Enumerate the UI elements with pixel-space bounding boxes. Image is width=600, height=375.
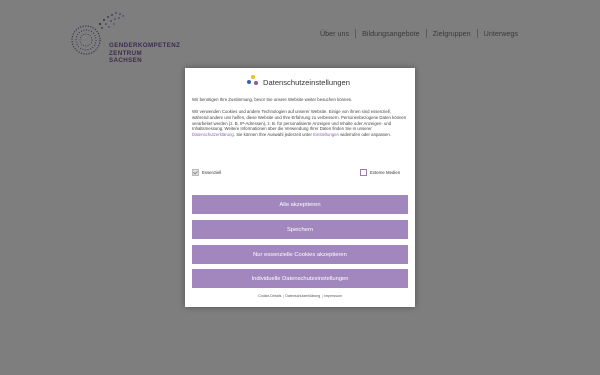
footer-privacy-link[interactable]: Datenschutzerklärung xyxy=(285,294,320,298)
body-text-part-1: Wir verwenden Cookies und andere Technol… xyxy=(192,109,407,132)
body-text-part-3: widerrufen oder anpassen. xyxy=(338,132,392,138)
site-logo[interactable]: GENDERKOMPETENZ ZENTRUM SACHSEN xyxy=(66,10,180,64)
logo-line-2: ZENTRUM SACHSEN xyxy=(109,50,143,64)
imprint-link[interactable]: Impressum xyxy=(324,294,342,298)
logo-line-1: GENDERKOMPETENZ xyxy=(109,42,181,49)
individual-settings-button[interactable]: Individuelle Datenschutzeinstellungen xyxy=(192,269,408,288)
borlabs-logo-icon xyxy=(247,75,259,87)
save-button[interactable]: Speichern xyxy=(192,220,408,239)
main-nav: Über uns Bildungsangebote Zielgruppen Un… xyxy=(314,29,524,38)
cookie-category-checkboxes: Essenziell Externe Medien xyxy=(192,169,408,179)
dialog-title: Datenschutzeinstellungen xyxy=(263,78,350,87)
settings-link[interactable]: Einstellungen xyxy=(313,132,339,137)
accept-all-button[interactable]: Alle akzeptieren xyxy=(192,195,408,214)
nav-item-ueber-uns[interactable]: Über uns xyxy=(314,29,357,38)
dialog-intro-text: Wir benötigen Ihre Zustimmung, bevor Sie… xyxy=(192,97,353,102)
nav-item-zielgruppen[interactable]: Zielgruppen xyxy=(427,29,478,38)
accept-essential-only-button[interactable]: Nur essenzielle Cookies akzeptieren xyxy=(192,245,408,264)
nav-item-bildungsangebote[interactable]: Bildungsangebote xyxy=(356,29,427,38)
external-media-checkbox-label[interactable]: Externe Medien xyxy=(370,170,400,175)
body-text-part-2: . Sie können Ihre Auswahl jederzeit unte… xyxy=(233,132,314,138)
dialog-body-text: Wir verwenden Cookies und andere Technol… xyxy=(192,109,408,138)
essential-checkbox xyxy=(192,169,199,176)
external-media-checkbox-row[interactable]: Externe Medien xyxy=(360,169,400,176)
dialog-footer-links: Cookie-Details | Datenschutzerklärung | Impr… xyxy=(258,294,342,298)
dialog-header: Datenschutzeinstellungen xyxy=(185,75,415,93)
cookie-details-link[interactable]: Cookie-Details xyxy=(258,294,281,298)
privacy-policy-link[interactable]: Datenschutzerklärung xyxy=(192,132,234,137)
site-header: GENDERKOMPETENZ ZENTRUM SACHSEN Über uns… xyxy=(0,0,600,70)
essential-checkbox-label: Essenziell xyxy=(202,170,222,175)
external-media-checkbox[interactable] xyxy=(360,169,367,176)
nav-item-unterwegs[interactable]: Unterwegs xyxy=(478,29,524,38)
essential-checkbox-row: Essenziell xyxy=(192,169,221,176)
privacy-settings-dialog: Datenschutzeinstellungen Wir benötigen I… xyxy=(185,68,415,307)
